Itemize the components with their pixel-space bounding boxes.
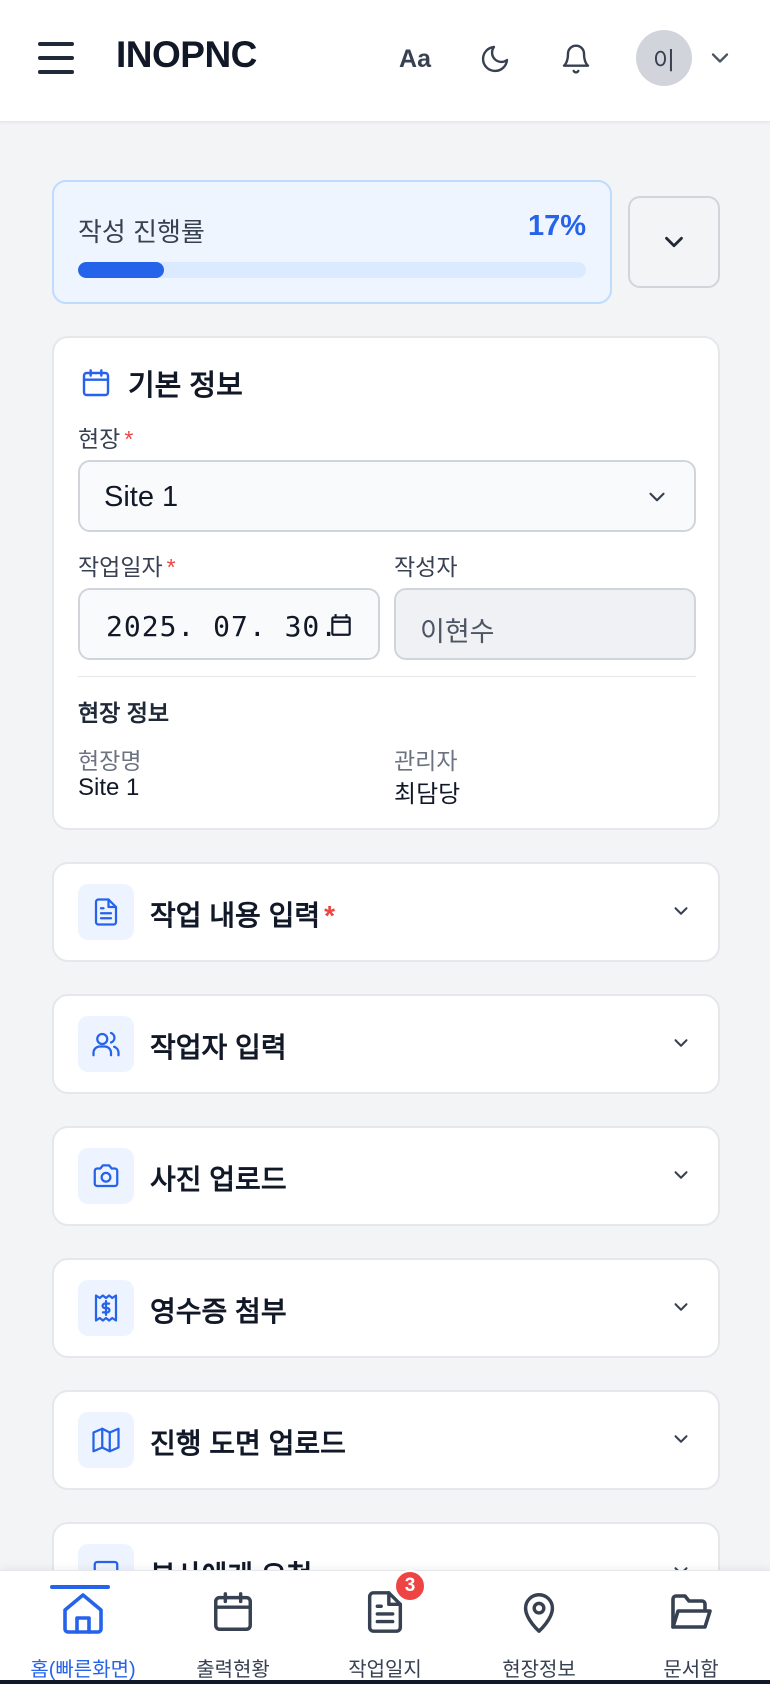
- collapse-all-button[interactable]: [628, 196, 720, 288]
- document-icon: [94, 898, 118, 926]
- section-work-content[interactable]: 작업 내용 입력 *: [52, 862, 720, 962]
- site-name-value: Site 1: [78, 774, 140, 801]
- author-value: 이현수: [420, 617, 495, 647]
- progress-label: 작성 진행률: [78, 217, 205, 247]
- nav-label: 문서함: [663, 1659, 719, 1681]
- section-icon-box: [78, 1148, 134, 1204]
- map-icon: [92, 1427, 120, 1453]
- section-icon-box: [78, 1412, 134, 1468]
- section-photo-upload[interactable]: 사진 업로드: [52, 1126, 720, 1226]
- camera-icon: [93, 1164, 119, 1188]
- section-icon-box: [78, 1016, 134, 1072]
- chevron-down-icon: [674, 1435, 688, 1443]
- section-title: 작업자 입력: [150, 1032, 287, 1063]
- calendar-icon: [331, 614, 351, 636]
- progress-fill: [78, 262, 165, 278]
- section-receipt[interactable]: 영수증 첨부: [52, 1258, 720, 1358]
- site-label: 현장 *: [78, 426, 134, 452]
- date-label: 작업일자 *: [78, 554, 176, 580]
- moon-icon: [481, 45, 509, 73]
- home-icon: [63, 1593, 103, 1634]
- author-label: 작성자: [394, 554, 458, 580]
- author-field: 이현수: [394, 588, 696, 660]
- brand-logo: INOPNC: [116, 34, 257, 75]
- section-workers[interactable]: 작업자 입력: [52, 994, 720, 1094]
- site-select[interactable]: Site 1: [78, 460, 696, 532]
- notification-badge: 3: [394, 1570, 426, 1602]
- receipt-icon: [94, 1294, 118, 1322]
- nav-work-log[interactable]: 작업일지: [308, 1571, 462, 1684]
- calendar-icon: [214, 1592, 252, 1631]
- nav-label: 홈(빠른화면): [30, 1659, 136, 1681]
- nav-label: 출력현황: [196, 1659, 270, 1681]
- site-select-value: Site 1: [104, 481, 179, 513]
- nav-label: 작업일지: [348, 1659, 422, 1681]
- users-icon: [92, 1031, 120, 1057]
- nav-documents[interactable]: 문서함: [614, 1571, 768, 1684]
- section-title: 영수증 첨부: [150, 1296, 287, 1327]
- chevron-down-icon: [674, 1303, 688, 1311]
- section-title: 작업 내용 입력 *: [150, 900, 336, 931]
- chevron-down-icon: [665, 236, 683, 248]
- chevron-down-icon[interactable]: [706, 44, 734, 72]
- chevron-down-icon: [649, 492, 665, 502]
- basic-info-title: 기본 정보: [128, 370, 243, 402]
- basic-info-card: 기본 정보 현장 * Site 1 작업일자 * 2025. 07. 30. 작성자…: [52, 336, 720, 830]
- section-icon-box: [78, 1280, 134, 1336]
- work-date-input[interactable]: 2025. 07. 30.: [78, 588, 380, 660]
- site-info-title: 현장 정보: [78, 700, 170, 726]
- menu-button[interactable]: [36, 38, 76, 78]
- required-mark: *: [324, 900, 336, 931]
- bottom-nav: 홈(빠른화면) 출력현황 작업일지 현장정보 문서함: [0, 1570, 770, 1684]
- nav-output-status[interactable]: 출력현황: [156, 1571, 310, 1684]
- chevron-down-icon: [674, 1039, 688, 1047]
- app-header: INOPNC Aa 이: [0, 0, 770, 122]
- section-icon-box: [78, 884, 134, 940]
- map-pin-icon: [523, 1593, 555, 1633]
- manager-value: 최담당: [394, 781, 461, 808]
- basic-info-header: 기본 정보: [80, 362, 243, 404]
- manager-label: 관리자: [394, 748, 458, 774]
- required-mark: *: [124, 426, 134, 452]
- calendar-icon: [82, 369, 110, 397]
- section-title: 사진 업로드: [150, 1164, 287, 1195]
- nav-label: 현장정보: [502, 1659, 576, 1681]
- chevron-down-icon: [674, 1171, 688, 1179]
- progress-bar: [78, 262, 586, 278]
- dark-mode-button[interactable]: [470, 34, 520, 84]
- work-date-value: 2025. 07. 30.: [106, 610, 339, 643]
- site-name-label: 현장명: [78, 748, 142, 774]
- progress-card: 작성 진행률 17%: [52, 180, 612, 304]
- folder-icon: [671, 1594, 712, 1629]
- bell-icon: [562, 44, 590, 74]
- required-mark: *: [166, 554, 176, 580]
- notifications-button[interactable]: [551, 34, 601, 84]
- chevron-down-icon: [674, 907, 688, 915]
- avatar[interactable]: 이: [636, 30, 692, 86]
- section-drawing-upload[interactable]: 진행 도면 업로드: [52, 1390, 720, 1490]
- home-indicator: [0, 1680, 770, 1684]
- progress-percent: 17%: [527, 210, 586, 242]
- divider: [78, 676, 696, 677]
- font-size-button[interactable]: Aa: [390, 34, 440, 84]
- section-title: 진행 도면 업로드: [150, 1428, 346, 1459]
- nav-home[interactable]: 홈(빠른화면): [6, 1571, 160, 1684]
- nav-site-info[interactable]: 현장정보: [462, 1571, 616, 1684]
